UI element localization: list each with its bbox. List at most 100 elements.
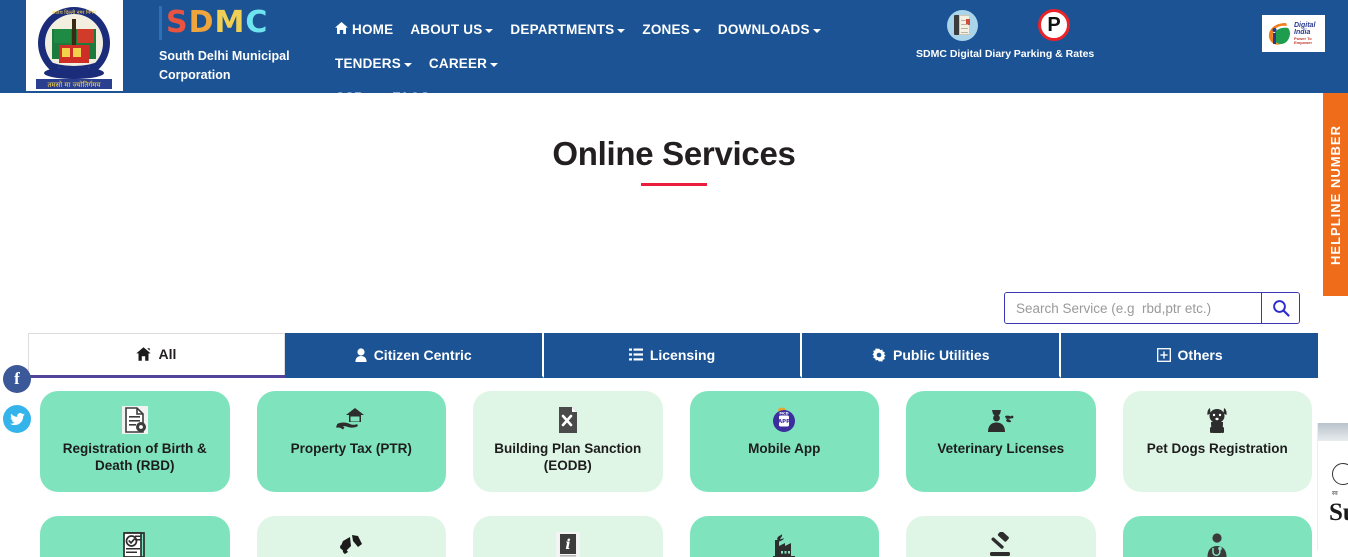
- quick-link-digital-diary[interactable]: SDMC Digital Diary: [916, 8, 1011, 60]
- brand-subtitle: South Delhi Municipal Corporation: [159, 49, 290, 82]
- digital-india-text: Digital India Power To Empower: [1294, 22, 1321, 45]
- search-icon: [1272, 300, 1290, 317]
- tab-public-utilities[interactable]: Public Utilities: [802, 333, 1062, 378]
- logo-letter-s: S: [166, 5, 189, 40]
- side-banner-partial[interactable]: स्व Su: [1317, 423, 1348, 550]
- twitter-icon[interactable]: [3, 405, 31, 433]
- tab-licensing[interactable]: Licensing: [543, 333, 803, 378]
- gear-icon: [872, 347, 886, 362]
- chevron-down-icon: [692, 29, 701, 33]
- nav-label: DEPARTMENTS: [510, 22, 615, 37]
- home-icon: [136, 347, 152, 361]
- svg-text:साउथ दिल्ली नगर निगम: साउथ दिल्ली नगर निगम: [52, 9, 97, 16]
- nav-item-zones[interactable]: ZONES: [642, 22, 701, 38]
- tab-others[interactable]: Others: [1061, 333, 1318, 378]
- document-gear-icon: [121, 405, 148, 435]
- service-card-veterinary[interactable]: Veterinary Licenses: [906, 391, 1096, 492]
- nav-item-home[interactable]: HOME: [335, 22, 393, 38]
- hand-house-icon: [336, 405, 366, 435]
- service-card-label: Mobile App: [748, 441, 821, 456]
- service-card-community-service[interactable]: Community Service Department (Bookings): [256, 516, 446, 557]
- sdmc-emblem-logo[interactable]: तमसो मा ज्योतिर्गमय साउथ दिल्ली नगर निगम: [26, 0, 123, 91]
- twitter-bird-icon: [9, 412, 25, 425]
- social-share-rail: f: [3, 365, 31, 445]
- dog-icon: [1204, 405, 1230, 435]
- helpline-number-tab[interactable]: HELPLINE NUMBER: [1323, 93, 1348, 296]
- side-banner-text: Su: [1329, 499, 1348, 526]
- checked-document-icon: [121, 530, 149, 557]
- service-card-label: Property Tax (PTR): [290, 441, 412, 456]
- service-card-label: Veterinary Licenses: [937, 441, 1065, 456]
- service-card-health-trade[interactable]: Health Trade Licences: [1122, 516, 1312, 557]
- chevron-down-icon: [812, 29, 821, 33]
- tab-all[interactable]: All: [28, 333, 285, 378]
- service-card-label: Building Plan Sanction (EODB): [494, 441, 642, 473]
- nav-label: DOWNLOADS: [717, 22, 810, 37]
- service-card-pet-dogs[interactable]: Pet Dogs Registration: [1122, 391, 1312, 492]
- nav-label: ZONES: [642, 22, 690, 37]
- brand-block: SDMC South Delhi Municipal Corporation: [159, 6, 309, 85]
- gavel-icon: [987, 530, 1015, 557]
- list-icon: [628, 348, 643, 361]
- facebook-glyph: f: [14, 369, 20, 388]
- service-card-property-tax[interactable]: Property Tax (PTR): [256, 391, 446, 492]
- factory-icon: [769, 530, 799, 557]
- nav-item-departments[interactable]: DEPARTMENTS: [510, 22, 626, 38]
- nav-label: CAREER: [428, 56, 488, 71]
- nav-item-tenders[interactable]: TENDERS: [335, 56, 412, 72]
- tab-label: Public Utilities: [893, 346, 990, 363]
- nav-item-downloads[interactable]: DOWNLOADS: [718, 22, 821, 38]
- nav-item-career[interactable]: CAREER: [428, 56, 499, 72]
- service-category-tabs: All Citizen Centric Licensing Public Uti…: [28, 333, 1318, 378]
- search-button[interactable]: [1261, 293, 1299, 323]
- page-title: Online Services: [552, 135, 796, 172]
- digital-india-title: Digital India: [1294, 21, 1316, 37]
- nav-label: TENDERS: [335, 56, 401, 71]
- helpline-label: HELPLINE NUMBER: [1328, 124, 1343, 265]
- site-header: तमसो मा ज्योतिर्गमय साउथ दिल्ली नगर निगम…: [0, 0, 1348, 105]
- main-content: Online Services All Citizen Centric: [0, 93, 1348, 557]
- nav-item-about-us[interactable]: ABOUT US: [410, 22, 494, 38]
- plus-square-icon: [1156, 347, 1171, 362]
- service-card-building-plan[interactable]: Building Plan Sanction (EODB): [473, 391, 663, 492]
- digital-india-logo[interactable]: Digital India Power To Empower: [1262, 15, 1325, 52]
- facebook-icon[interactable]: f: [3, 365, 31, 393]
- emblem-icon: तमसो मा ज्योतिर्गमय साउथ दिल्ली नगर निगम: [28, 1, 121, 90]
- mcd-app-icon: APP MCD: [769, 405, 799, 435]
- service-card-mobile-app[interactable]: APP MCD Mobile App: [689, 391, 879, 492]
- service-card-factory[interactable]: Factory Licenses: [689, 516, 879, 557]
- service-card-label: Pet Dogs Registration: [1146, 441, 1288, 456]
- chevron-down-icon: [485, 29, 494, 33]
- chevron-down-icon: [490, 63, 499, 67]
- side-banner-seal-icon: [1332, 463, 1348, 485]
- header-quick-links: SDMC Digital Diary P Parking & Rates: [916, 8, 1100, 60]
- logo-letter-m: M: [214, 5, 246, 40]
- services-grid: Registration of Birth & Death (RBD) Prop…: [40, 391, 1312, 557]
- service-card-rbd[interactable]: Registration of Birth & Death (RBD): [40, 391, 230, 492]
- search-bar: [1004, 292, 1300, 324]
- svg-text:MCD: MCD: [780, 412, 789, 416]
- service-card-rti[interactable]: i Information under RTI: [473, 516, 663, 557]
- vet-doctor-icon: [986, 405, 1016, 435]
- diary-icon: [916, 8, 1008, 42]
- side-banner-hindi-text: स्व: [1332, 491, 1338, 497]
- service-card-eauctions[interactable]: SDMC eAuctions: [906, 516, 1096, 557]
- user-icon: [355, 347, 367, 362]
- tab-citizen-centric[interactable]: Citizen Centric: [284, 333, 544, 378]
- digital-india-swirl-icon: [1268, 22, 1290, 45]
- tab-label: Licensing: [649, 346, 716, 363]
- info-icon: i: [555, 530, 580, 557]
- tab-label: Others: [1177, 346, 1223, 363]
- quick-link-parking-rates[interactable]: P Parking & Rates: [1008, 8, 1100, 60]
- tab-label: All: [158, 346, 177, 362]
- chevron-down-icon: [617, 29, 626, 33]
- home-icon: [335, 22, 348, 38]
- search-input[interactable]: [1005, 293, 1261, 323]
- logo-letter-d: D: [188, 5, 215, 40]
- doctor-stethoscope-icon: [1204, 530, 1230, 557]
- service-card-gen-trade[interactable]: Gen. Trade / Storage Licences: [40, 516, 230, 557]
- side-banner-top: [1318, 423, 1348, 441]
- sdmc-wordmark[interactable]: SDMC: [159, 6, 268, 40]
- service-card-label: Registration of Birth & Death (RBD): [62, 441, 207, 473]
- parking-p-icon: P: [1008, 8, 1100, 42]
